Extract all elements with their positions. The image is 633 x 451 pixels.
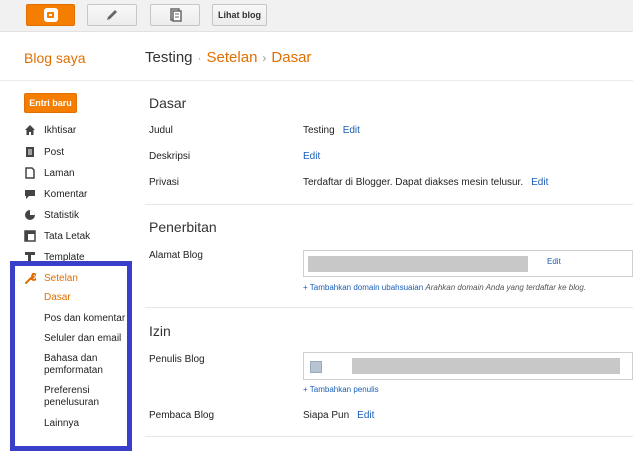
row-label-blog-authors: Penulis Blog [149,354,205,365]
settings-highlight-box [10,261,132,451]
blog-address-box: Edit [303,250,633,277]
post-icon [24,146,36,158]
pencil-icon [107,10,117,20]
sidebar-item-label: Ikhtisar [44,124,77,136]
pie-chart-icon [24,209,36,221]
row-value-blog-readers: Siapa Pun Edit [303,410,374,421]
section-divider [145,307,633,308]
row-label-title: Judul [149,125,173,136]
breadcrumb: Testing · Setelan › Dasar [145,49,311,66]
breadcrumb-page: Dasar [271,49,312,66]
blog-title-value: Testing [303,125,335,136]
sidebar-item-pages[interactable]: Laman [24,165,75,181]
row-value-title: Testing Edit [303,125,360,136]
view-blog-button[interactable]: Lihat blog [212,4,267,26]
sidebar-item-label: Komentar [44,188,88,200]
blogger-home-button[interactable] [26,4,75,26]
breadcrumb-separator: · [197,51,202,65]
section-divider [145,436,633,437]
comment-icon [24,188,36,200]
edit-readers-link[interactable]: Edit [357,410,374,421]
redacted-author [352,358,620,374]
section-title-basic: Dasar [149,95,187,111]
sidebar-item-overview[interactable]: Ikhtisar [24,122,76,138]
top-toolbar: Lihat blog [0,0,633,32]
new-post-button[interactable]: Entri baru [24,93,77,113]
row-label-blog-readers: Pembaca Blog [149,410,215,421]
section-title-publishing: Penerbitan [149,219,217,235]
page-icon [24,167,36,179]
add-author-link[interactable]: + Tambahkan penulis [303,385,379,394]
row-label-privacy: Privasi [149,177,180,188]
edit-description-link[interactable]: Edit [303,151,320,162]
sidebar-item-stats[interactable]: Statistik [24,207,79,223]
my-blogs-link[interactable]: Blog saya [24,50,85,66]
sidebar-item-label: Tata Letak [44,230,91,242]
row-label-blog-address: Alamat Blog [149,250,203,261]
pages-button[interactable] [150,4,200,26]
custom-domain-hint-text: Arahkan domain Anda yang terdaftar ke bl… [425,283,587,292]
readers-value: Siapa Pun [303,410,350,421]
edit-address-link[interactable]: Edit [547,257,561,266]
breadcrumb-section[interactable]: Setelan [207,49,258,66]
sidebar-item-layout[interactable]: Tata Letak [24,228,90,244]
layout-icon [24,230,36,242]
sidebar-item-label: Statistik [44,209,80,221]
breadcrumb-separator: › [262,51,267,65]
blog-authors-box [303,352,633,380]
row-value-description: Edit [303,151,320,162]
sidebar-item-comments[interactable]: Komentar [24,186,87,202]
home-icon [24,124,36,136]
section-title-permissions: Izin [149,323,171,339]
blogger-logo-icon [43,8,58,22]
page-header: Blog saya Testing · Setelan › Dasar [0,33,633,81]
redacted-address [308,256,528,272]
sidebar-item-label: Post [44,146,65,158]
add-custom-domain-link[interactable]: + Tambahkan domain ubahsuaian [303,283,423,292]
pages-icon [170,8,182,22]
breadcrumb-blog-name[interactable]: Testing [145,49,193,66]
section-divider [145,204,633,205]
row-label-description: Deskripsi [149,151,191,162]
sidebar-item-label: Laman [44,167,75,179]
avatar [310,361,322,373]
edit-title-link[interactable]: Edit [343,125,360,136]
edit-privacy-link[interactable]: Edit [531,177,548,188]
privacy-value: Terdaftar di Blogger. Dapat diakses mesi… [303,177,524,188]
custom-domain-hint: + Tambahkan domain ubahsuaian Arahkan do… [303,283,586,292]
new-post-pencil-button[interactable] [87,4,137,26]
sidebar-item-post[interactable]: Post [24,144,64,160]
row-value-privacy: Terdaftar di Blogger. Dapat diakses mesi… [303,177,548,188]
